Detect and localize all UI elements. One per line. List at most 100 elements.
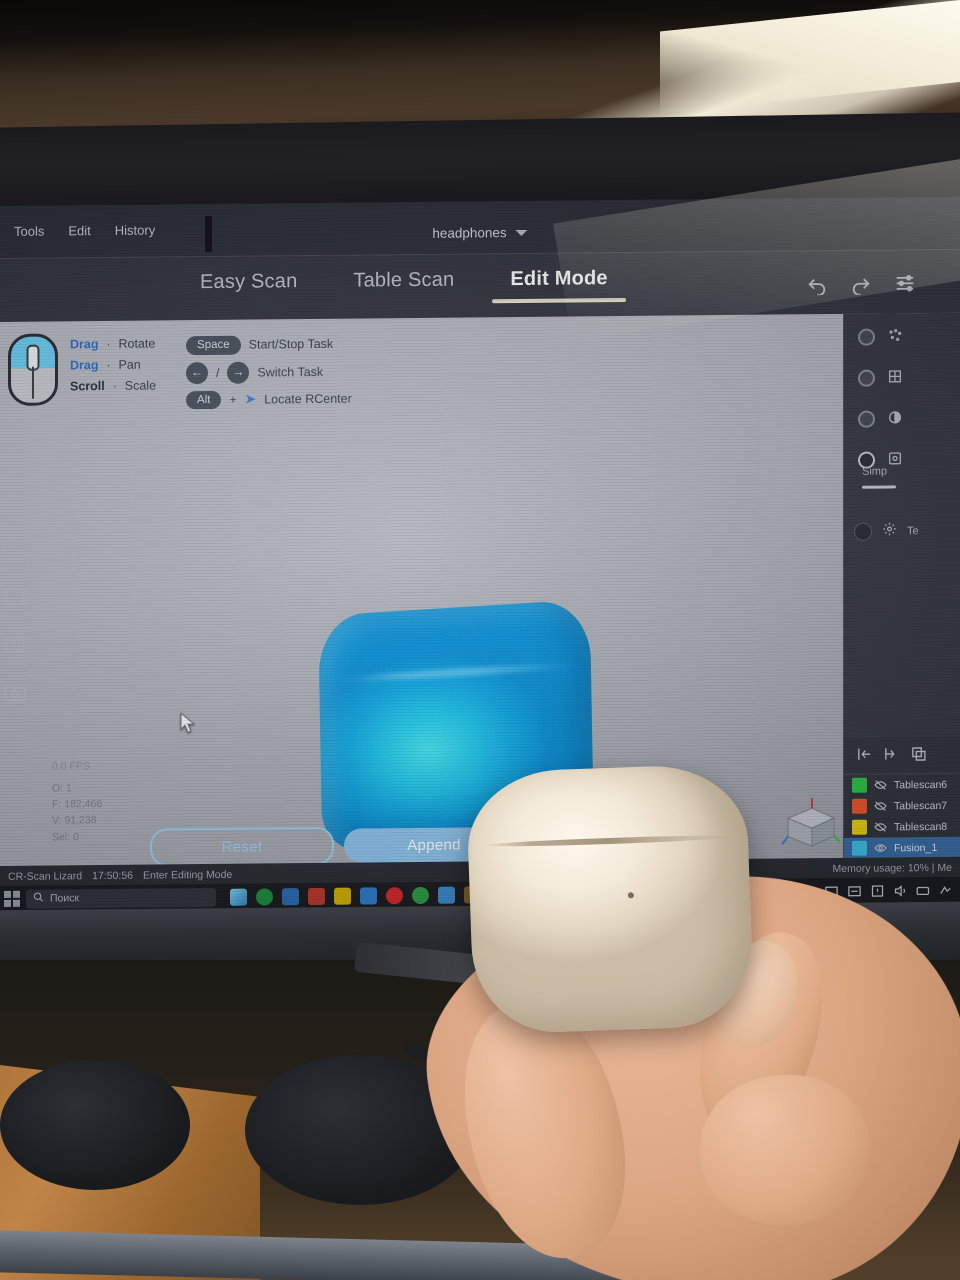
option-point-cloud[interactable] (858, 327, 903, 346)
redo-icon[interactable] (850, 273, 872, 295)
point-cloud-radio[interactable] (858, 328, 875, 346)
keyboard-hints: Space Start/Stop Task ← / → Switch Task … (186, 331, 352, 410)
menu-item-edit[interactable]: Edit (68, 223, 90, 238)
key-alt: Alt (186, 390, 222, 410)
hint-alt-sep: + (229, 392, 237, 407)
photograph-of-monitor: Tools Edit History headphones Easy Scan … (0, 0, 960, 1280)
eye-off-icon[interactable] (874, 800, 887, 811)
hint-scale-action: Scale (124, 378, 157, 393)
menu-item-history[interactable]: History (115, 223, 155, 238)
tab-table-scan[interactable]: Table Scan (353, 269, 454, 305)
earbud-case-led (627, 892, 634, 899)
list-item[interactable]: Fusion_1 (844, 836, 960, 859)
stat-selected: Sel: 0 (52, 830, 79, 844)
measure-icon[interactable] (2, 632, 28, 658)
taskbar-app-icon[interactable] (360, 886, 377, 905)
hint-switch-task: ← / → Switch Task (186, 360, 352, 384)
taskbar-search-placeholder: Поиск (50, 892, 80, 905)
hint-scale-sep: · (112, 378, 117, 393)
model-list-toolbar (844, 736, 960, 775)
taskbar-app-icon[interactable] (308, 887, 325, 905)
list-item[interactable]: Tablescan6 (844, 774, 960, 796)
hint-pan: Drag · Pan (70, 358, 156, 373)
hint-pan-key: Drag (70, 358, 99, 373)
earbud-case (465, 763, 755, 1035)
stat-faces: F: 182,466 (52, 798, 103, 811)
tab-edit-mode[interactable]: Edit Mode (510, 267, 607, 303)
key-arrow-right: → (227, 361, 250, 384)
battery-icon[interactable] (939, 883, 954, 897)
windows-start-icon[interactable] (4, 890, 20, 907)
taskbar-app-icon[interactable] (438, 886, 455, 904)
layer-name: Fusion_1 (894, 841, 938, 854)
status-app-name: CR-Scan Lizard (8, 870, 83, 883)
eye-off-icon[interactable] (874, 821, 887, 832)
hint-rotate-sep: · (106, 336, 111, 351)
control-hints-overlay: Drag · Rotate Drag · Pan Scroll · Scale (8, 331, 352, 412)
duplicate-icon[interactable] (910, 745, 927, 767)
wireframe-icon (887, 368, 903, 387)
status-message: Enter Editing Mode (143, 868, 233, 882)
stat-vertices: V: 91,238 (52, 814, 97, 827)
simplify-slider[interactable] (862, 485, 896, 489)
mouse-hints: Drag · Rotate Drag · Pan Scroll · Scale (70, 333, 156, 394)
texture-toggle[interactable] (854, 522, 872, 541)
eye-icon[interactable] (874, 842, 887, 853)
memory-usage-readout: Memory usage: 10% | Me (832, 861, 952, 876)
view-cube-gizmo[interactable] (781, 798, 841, 853)
camera-icon[interactable] (2, 680, 28, 706)
hint-locate-rcenter-action: Locate RCenter (264, 391, 352, 407)
taskbar-app-icon[interactable] (334, 887, 351, 905)
menu-item-tools[interactable]: Tools (14, 224, 44, 239)
tab-easy-scan[interactable]: Easy Scan (200, 270, 297, 306)
hint-start-stop-action: Start/Stop Task (248, 337, 334, 352)
eye-off-icon[interactable] (874, 779, 887, 790)
texture-gear-icon (882, 521, 897, 541)
app-titlebar: Tools Edit History headphones (0, 196, 960, 258)
taskbar-app-icon[interactable] (230, 888, 247, 906)
key-space: Space (186, 335, 241, 355)
list-item[interactable]: Tablescan8 (844, 816, 960, 838)
export-icon[interactable] (883, 745, 900, 767)
display-mode-options (858, 327, 903, 469)
texture-toggle-row[interactable]: Te (854, 521, 919, 542)
taskbar-app-icon[interactable] (256, 887, 273, 906)
text-caret (205, 215, 212, 253)
import-icon[interactable] (856, 746, 873, 768)
project-name-dropdown[interactable]: headphones (432, 225, 528, 241)
wireframe-radio[interactable] (858, 369, 875, 387)
crop-icon[interactable] (2, 584, 28, 610)
taskbar-app-icon[interactable] (282, 887, 299, 905)
earbud-case-lid-seam (483, 833, 735, 849)
viewport-3d[interactable]: Drag · Rotate Drag · Pan Scroll · Scale (0, 312, 960, 882)
tabbar-actions (806, 272, 916, 296)
network-icon[interactable] (916, 883, 931, 897)
taskbar-app-icon[interactable] (412, 886, 429, 904)
reset-button[interactable]: Reset (150, 826, 334, 867)
hint-pan-sep: · (106, 357, 111, 372)
taskbar-app-icon[interactable] (386, 886, 403, 904)
option-shaded[interactable] (858, 409, 903, 428)
select-region-icon[interactable] (2, 536, 28, 562)
fps-readout: 0.0 FPS (52, 759, 90, 773)
chevron-down-icon (515, 229, 528, 236)
shaded-radio[interactable] (858, 410, 875, 428)
layer-color-swatch (852, 777, 867, 793)
taskbar-search[interactable]: Поиск (26, 887, 216, 909)
layer-name: Tablescan6 (894, 778, 948, 791)
layer-name: Tablescan7 (894, 799, 948, 812)
left-tool-rail (0, 536, 28, 706)
hint-rotate-action: Rotate (118, 336, 156, 351)
tray-warning-icon[interactable] (870, 884, 885, 898)
speaker-stand-left (0, 1060, 190, 1190)
mode-tabbar: Easy Scan Table Scan Edit Mode (0, 248, 960, 353)
volume-icon[interactable] (893, 883, 908, 897)
hint-scale: Scroll · Scale (70, 379, 156, 394)
settings-sliders-icon[interactable] (894, 272, 916, 294)
list-item[interactable]: Tablescan7 (844, 795, 960, 817)
key-arrow-left: ← (186, 361, 209, 384)
tray-app-icon[interactable] (847, 884, 862, 898)
layer-color-swatch (852, 840, 867, 856)
undo-icon[interactable] (806, 273, 828, 296)
option-wireframe[interactable] (858, 368, 903, 387)
